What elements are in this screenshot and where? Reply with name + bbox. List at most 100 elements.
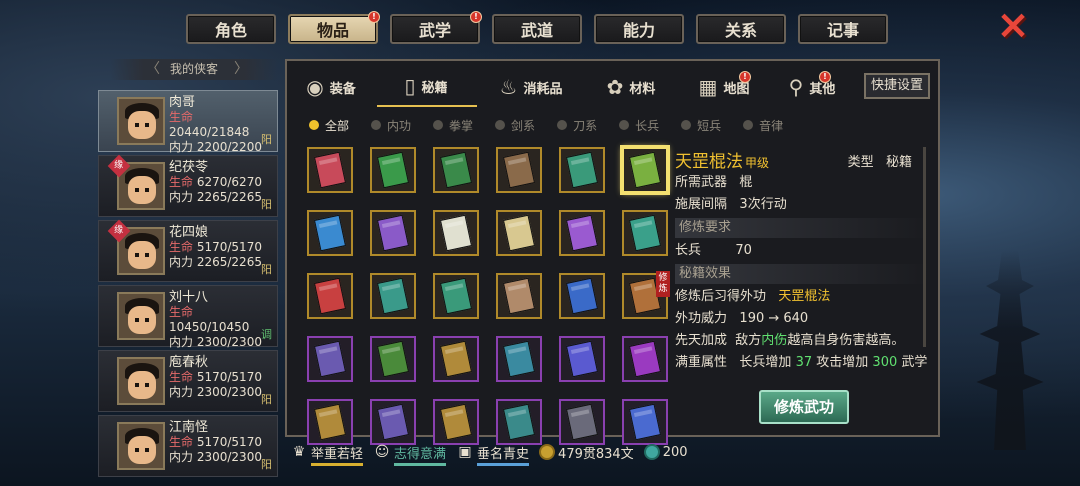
item-slot[interactable] bbox=[370, 210, 416, 256]
radio-dot-icon bbox=[495, 120, 506, 130]
item-slot[interactable] bbox=[496, 273, 542, 319]
hero-card[interactable]: 刘十八 生命 10450/10450 内力 2300/2300 调 bbox=[98, 285, 278, 349]
top-tab-bar: 角色 物品! 武学! 武道 能力 关系 记事 bbox=[186, 11, 888, 44]
top-tab-label: 能力 bbox=[622, 21, 655, 40]
category-tab-0[interactable]: ◉ 装备 bbox=[287, 67, 377, 107]
trait-3[interactable]: ▣ 垂名青史 bbox=[456, 443, 530, 466]
item-slot[interactable] bbox=[370, 147, 416, 193]
item-slot[interactable] bbox=[559, 336, 605, 382]
item-slot[interactable] bbox=[622, 399, 668, 445]
radio-dot-icon bbox=[433, 120, 444, 130]
item-slot[interactable] bbox=[370, 336, 416, 382]
filter-label: 长兵 bbox=[635, 118, 660, 133]
hero-card[interactable]: 缘 花四娘 生命 5170/5170 内力 2265/2265 阳 bbox=[98, 219, 278, 282]
filter-option[interactable]: 音律 bbox=[743, 117, 783, 134]
item-slot[interactable] bbox=[496, 336, 542, 382]
top-tab-1[interactable]: 物品! bbox=[288, 11, 380, 44]
jade: 200 bbox=[643, 444, 688, 460]
item-slot[interactable] bbox=[307, 336, 353, 382]
trait-1[interactable]: ♛ 举重若轻 bbox=[290, 443, 364, 466]
item-slot[interactable] bbox=[307, 147, 353, 193]
power-row: 外功威力 190 → 640 bbox=[675, 308, 930, 330]
radio-dot-icon bbox=[371, 120, 382, 130]
filter-option[interactable]: 全部 bbox=[309, 117, 349, 134]
filter-option[interactable]: 刀系 bbox=[557, 117, 597, 134]
hp-label: 生命 bbox=[169, 175, 194, 189]
trait-1-label: 举重若轻 bbox=[311, 443, 364, 466]
item-slot[interactable] bbox=[559, 210, 605, 256]
hero-name: 刘十八 bbox=[169, 290, 209, 305]
category-tabs: ◉ 装备 ▯ 秘籍 ♨ 消耗品 ✿ 材料 ▦ 地图! ⚲ 其他! bbox=[287, 67, 853, 107]
money-value: 479贯834文 bbox=[558, 446, 634, 462]
innate-label: 先天加成 bbox=[675, 333, 728, 348]
item-slot[interactable] bbox=[370, 399, 416, 445]
fate-tag-label: 缘 bbox=[114, 225, 124, 236]
item-slot[interactable] bbox=[307, 399, 353, 445]
category-tab-4[interactable]: ▦ 地图! bbox=[677, 67, 773, 107]
item-slot[interactable] bbox=[496, 399, 542, 445]
manual-book-icon bbox=[502, 403, 536, 441]
top-tab-0[interactable]: 角色 bbox=[186, 14, 276, 44]
manual-book-icon bbox=[376, 340, 410, 378]
top-tab-2[interactable]: 武学! bbox=[390, 11, 482, 44]
filter-option[interactable]: 拳掌 bbox=[433, 117, 473, 134]
item-slot[interactable] bbox=[622, 336, 668, 382]
close-button[interactable]: × bbox=[995, 5, 1031, 45]
item-slot[interactable]: 修炼 bbox=[622, 271, 670, 319]
item-slot[interactable] bbox=[307, 273, 353, 319]
item-slot[interactable] bbox=[307, 210, 353, 256]
manual-book-icon bbox=[439, 277, 473, 315]
top-tab-4[interactable]: 能力 bbox=[594, 14, 684, 44]
top-tab-5[interactable]: 关系 bbox=[696, 14, 786, 44]
manual-book-icon bbox=[502, 214, 536, 252]
item-slot[interactable] bbox=[622, 147, 668, 193]
manual-book-icon bbox=[565, 403, 599, 441]
top-tab-label: 武道 bbox=[520, 21, 553, 40]
hero-mode: 阳 bbox=[261, 263, 272, 276]
item-slot[interactable] bbox=[559, 273, 605, 319]
filter-option[interactable]: 内功 bbox=[371, 117, 411, 134]
hero-card[interactable]: 庖春秋 生命 5170/5170 内力 2300/2300 阳 bbox=[98, 350, 278, 412]
quick-settings-button[interactable]: 快捷设置 bbox=[864, 73, 930, 99]
item-slot[interactable] bbox=[622, 210, 668, 256]
item-slot[interactable] bbox=[496, 147, 542, 193]
category-tab-1[interactable]: ▯ 秘籍 bbox=[377, 67, 477, 107]
category-tab-5[interactable]: ⚲ 其他! bbox=[773, 67, 853, 107]
radio-dot-icon bbox=[309, 120, 319, 130]
requirement-section-header: 修炼要求 bbox=[675, 218, 930, 238]
top-tab-3[interactable]: 武道 bbox=[492, 14, 582, 44]
hero-card[interactable]: 肉哥 生命 20440/21848 内力 2200/2200 阳 bbox=[98, 90, 278, 154]
category-tab-3[interactable]: ✿ 材料 bbox=[587, 67, 677, 107]
filter-option[interactable]: 长兵 bbox=[619, 117, 659, 134]
hp-label: 生命 bbox=[169, 110, 194, 124]
hero-next-arrow-icon[interactable]: 〉 bbox=[234, 59, 248, 80]
hero-hp: 生命 5170/5170 bbox=[169, 435, 262, 450]
item-slot[interactable] bbox=[433, 399, 479, 445]
item-slot[interactable] bbox=[433, 273, 479, 319]
hero-card[interactable]: 缘 纪茯苓 生命 6270/6270 内力 2265/2265 阳 bbox=[98, 154, 278, 217]
hero-mp: 内力 2265/2265 bbox=[169, 255, 262, 270]
item-slot[interactable] bbox=[496, 210, 542, 256]
filter-option[interactable]: 短兵 bbox=[681, 117, 721, 134]
hero-card[interactable]: 江南怪 生命 5170/5170 内力 2300/2300 阳 bbox=[98, 415, 278, 477]
filter-option[interactable]: 剑系 bbox=[495, 117, 535, 134]
practice-skill-button[interactable]: 修炼武功 bbox=[759, 390, 849, 424]
item-slot[interactable] bbox=[559, 147, 605, 193]
jade-value: 200 bbox=[662, 444, 688, 460]
item-slot[interactable] bbox=[433, 210, 479, 256]
item-slot[interactable] bbox=[433, 336, 479, 382]
potion-icon: ♨ bbox=[499, 75, 518, 99]
category-tab-2[interactable]: ♨ 消耗品 bbox=[477, 67, 587, 107]
detail-scrollbar[interactable] bbox=[923, 147, 926, 347]
mp-value: 2200/2200 bbox=[196, 140, 262, 154]
hero-prev-arrow-icon[interactable]: 〈 bbox=[146, 59, 160, 80]
coin-icon bbox=[539, 444, 556, 460]
mp-label: 内力 bbox=[169, 450, 194, 464]
trait-2[interactable]: ☺ 志得意满 bbox=[373, 443, 447, 466]
manual-book-icon bbox=[313, 277, 347, 315]
item-slot[interactable] bbox=[370, 273, 416, 319]
item-slot[interactable] bbox=[433, 147, 479, 193]
item-slot[interactable] bbox=[559, 399, 605, 445]
mp-value: 2300/2300 bbox=[196, 335, 262, 349]
top-tab-6[interactable]: 记事 bbox=[798, 14, 888, 44]
